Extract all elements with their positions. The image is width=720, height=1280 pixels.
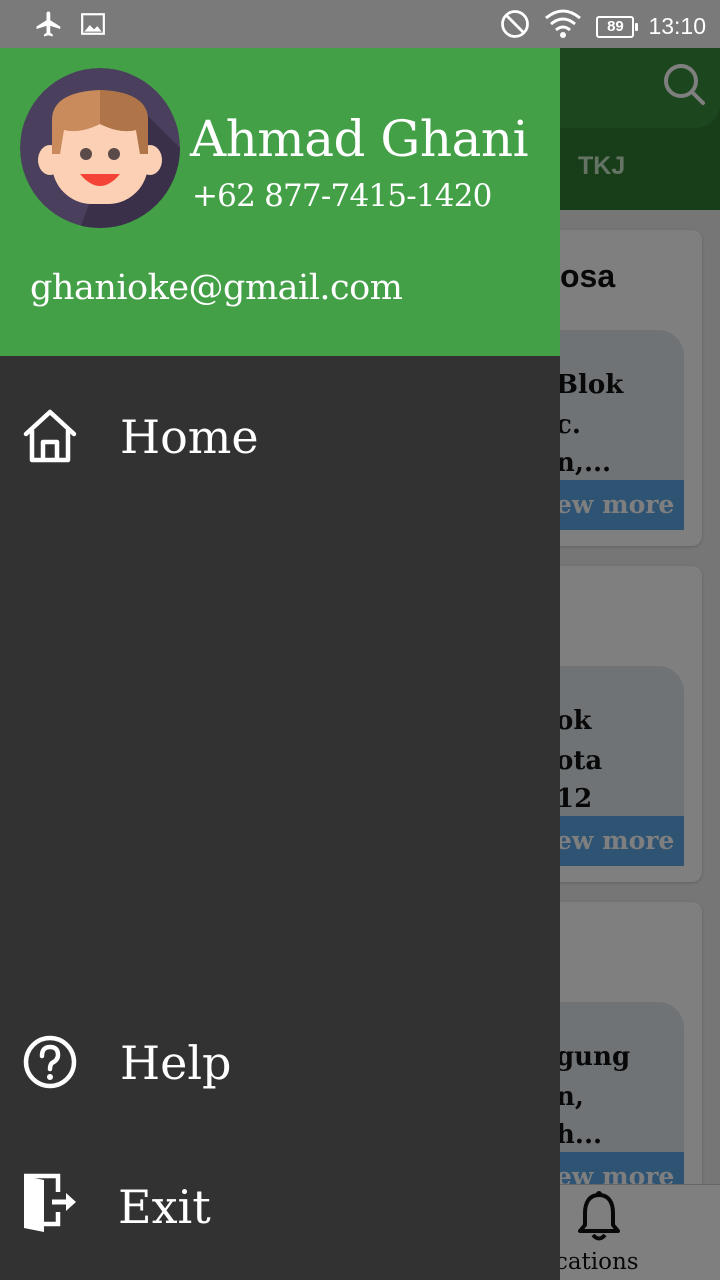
- status-bar: 89 13:10: [0, 0, 720, 48]
- navigation-drawer: Ahmad Ghani +62 877-7415-1420 ghanioke@g…: [0, 48, 560, 1280]
- battery-level: 89: [607, 18, 624, 35]
- user-email: ghanioke@gmail.com: [30, 268, 403, 308]
- avatar: [20, 68, 180, 228]
- menu-item-home[interactable]: Home: [0, 382, 560, 492]
- drawer-header: Ahmad Ghani +62 877-7415-1420 ghanioke@g…: [0, 48, 560, 356]
- menu-item-help[interactable]: Help: [0, 1008, 560, 1118]
- help-icon: [20, 1032, 80, 1097]
- menu-label-exit: Exit: [118, 1180, 211, 1234]
- status-right-icons: 89 13:10: [500, 8, 706, 45]
- status-left-icons: [34, 9, 106, 44]
- home-icon: [20, 406, 80, 471]
- wifi-icon: [544, 8, 582, 45]
- menu-label-home: Home: [120, 410, 259, 464]
- airplane-icon: [34, 9, 64, 44]
- clock: 13:10: [648, 13, 706, 39]
- do-not-disturb-icon: [500, 9, 530, 44]
- image-icon: [80, 11, 106, 42]
- menu-label-help: Help: [120, 1036, 232, 1090]
- user-name: Ahmad Ghani: [190, 110, 529, 168]
- user-phone: +62 877-7415-1420: [192, 178, 492, 214]
- exit-icon: [20, 1172, 80, 1239]
- battery-icon: 89: [596, 15, 639, 38]
- menu-item-exit[interactable]: Exit: [0, 1152, 560, 1262]
